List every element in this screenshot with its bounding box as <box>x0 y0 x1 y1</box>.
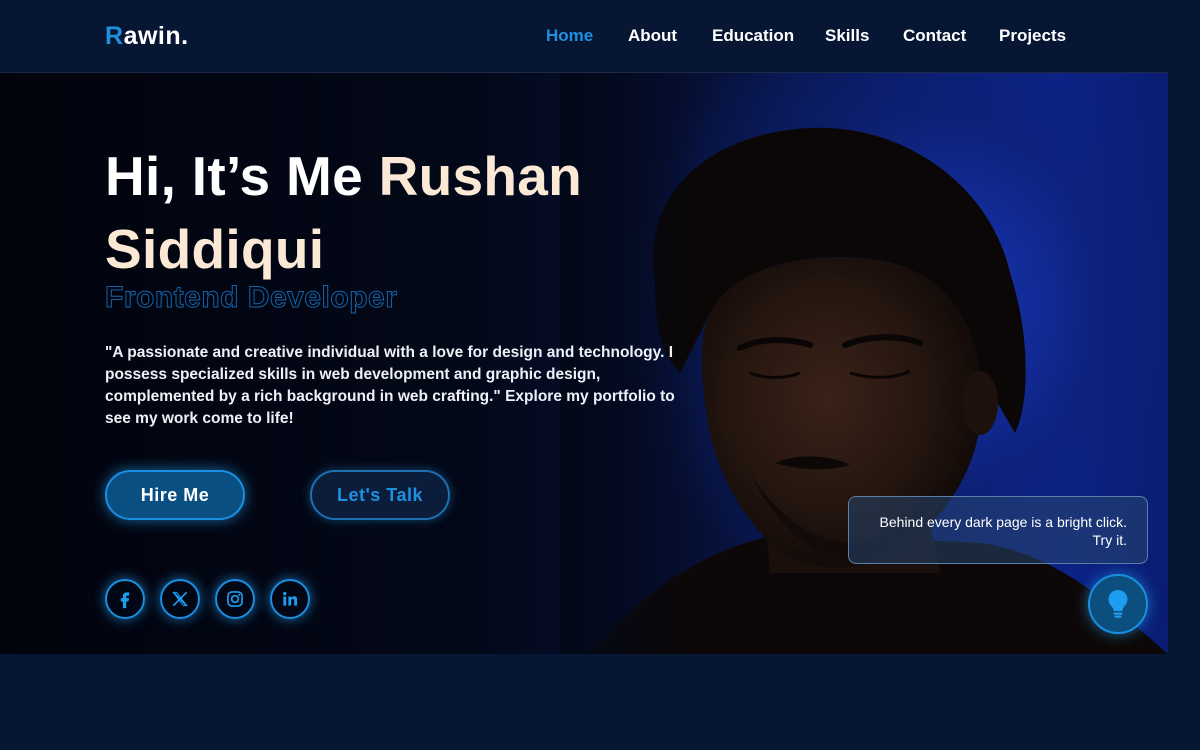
theme-toggle-button[interactable] <box>1088 574 1148 634</box>
logo-initial: R <box>105 22 124 50</box>
x-link[interactable] <box>160 579 200 619</box>
nav-education[interactable]: Education <box>712 26 794 46</box>
nav-contact[interactable]: Contact <box>903 26 966 46</box>
hire-me-button[interactable]: Hire Me <box>105 470 245 520</box>
hero-name-first: Rushan <box>378 145 583 207</box>
hero-section: Hi, It’s Me Rushan Siddiqui Frontend Deve… <box>0 73 1168 654</box>
facebook-icon <box>120 592 130 609</box>
nav-projects[interactable]: Projects <box>999 26 1066 46</box>
logo[interactable]: Rawin. <box>105 22 189 51</box>
lightbulb-icon <box>1108 590 1128 618</box>
instagram-link[interactable] <box>215 579 255 619</box>
lets-talk-button[interactable]: Let's Talk <box>310 470 450 520</box>
hero-description: "A passionate and creative individual wi… <box>105 344 675 427</box>
nav-skills[interactable]: Skills <box>825 26 869 46</box>
x-icon <box>172 591 188 607</box>
facebook-link[interactable] <box>105 579 145 619</box>
linkedin-icon <box>283 591 298 606</box>
hero-greeting: Hi, It’s Me <box>105 145 379 207</box>
hero-name-last: Siddiqui <box>105 218 325 280</box>
theme-tooltip: Behind every dark page is a bright click… <box>848 496 1148 564</box>
linkedin-link[interactable] <box>270 579 310 619</box>
hero-title: Hi, It’s Me Rushan Siddiqui <box>105 140 665 286</box>
nav-home[interactable]: Home <box>546 26 593 46</box>
logo-text: awin. <box>123 22 189 50</box>
hero-role: Frontend Developer <box>104 281 398 315</box>
site-header: Rawin. Home About Education Skills Conta… <box>0 0 1168 73</box>
instagram-icon <box>227 591 243 607</box>
nav-about[interactable]: About <box>628 26 677 46</box>
